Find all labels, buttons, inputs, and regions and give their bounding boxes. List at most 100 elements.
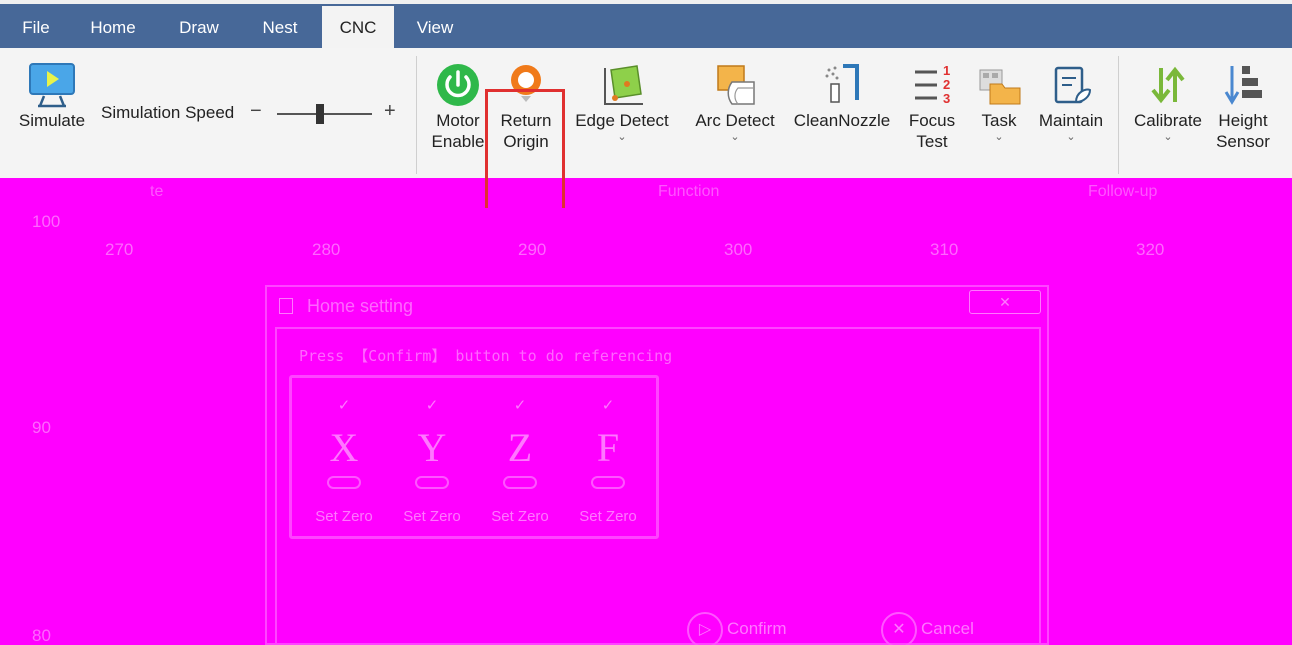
- height-sensor-button[interactable]: Height Sensor: [1212, 60, 1274, 152]
- ruler-tick-label: 280: [312, 240, 341, 259]
- ruler-tick-label: 90: [32, 418, 51, 437]
- tab-view[interactable]: View: [404, 8, 466, 48]
- cancel-button[interactable]: ✕ Cancel: [881, 609, 974, 645]
- speed-decrease-button[interactable]: −: [250, 100, 262, 123]
- monitor-play-icon: [29, 63, 75, 108]
- motor-enable-label-2: Enable: [431, 132, 485, 151]
- height-sensor-label-2: Sensor: [1216, 132, 1270, 151]
- axis-status-indicator: [591, 476, 625, 489]
- chevron-down-icon: ⌄: [617, 131, 627, 143]
- axis-group: ✓ X Set Zero ✓ Y Set Zero ✓ Z Set Zero ✓…: [289, 375, 659, 539]
- home-setting-dialog: Home setting ✕ Press 【Confirm】 button to…: [265, 285, 1049, 645]
- axis-status-indicator: [327, 476, 361, 489]
- numbered-list-icon: 1 2 3: [915, 63, 950, 106]
- axis-status-indicator: [503, 476, 537, 489]
- chevron-down-icon: ⌄: [1163, 131, 1173, 143]
- dialog-app-icon: [279, 298, 293, 314]
- focus-test-label-2: Test: [916, 132, 948, 151]
- tab-cnc[interactable]: CNC: [322, 6, 394, 50]
- simulation-speed-slider[interactable]: − +: [250, 100, 400, 126]
- power-icon: [437, 64, 479, 106]
- chevron-down-icon: ⌄: [994, 131, 1004, 143]
- slider-track: [277, 113, 372, 115]
- ribbon-separator: [1118, 56, 1119, 174]
- play-icon: ▷: [687, 611, 723, 645]
- clipboard-leaf-icon: [1054, 66, 1092, 104]
- focus-test-label-1: Focus: [908, 111, 956, 130]
- ruler-tick-label: 290: [518, 240, 547, 259]
- edge-detect-label: Edge Detect: [575, 111, 669, 130]
- svg-text:3: 3: [943, 91, 950, 106]
- ribbon-separator: [416, 56, 417, 174]
- clean-nozzle-button[interactable]: CleanNozzle: [790, 60, 894, 131]
- set-zero-button[interactable]: Set Zero: [478, 508, 562, 525]
- calibrate-label: Calibrate: [1133, 111, 1203, 130]
- menu-tab-bar: File Home Draw Nest CNC View: [0, 0, 1292, 50]
- edge-detect-icon: [604, 65, 643, 105]
- axis-letter: Y: [417, 425, 447, 470]
- instruction-text: Press 【Confirm】 button to do referencing: [299, 347, 673, 365]
- set-zero-button[interactable]: Set Zero: [566, 508, 650, 525]
- tab-file[interactable]: File: [10, 8, 62, 48]
- axis-z: ✓ Z Set Zero: [478, 378, 562, 538]
- up-down-arrows-icon: [1151, 66, 1185, 104]
- maintain-button[interactable]: Maintain ⌄: [1034, 60, 1108, 143]
- clean-nozzle-label: CleanNozzle: [793, 111, 891, 130]
- set-zero-button[interactable]: Set Zero: [302, 508, 386, 525]
- maintain-label: Maintain: [1038, 111, 1104, 130]
- ruler-tick-label: 320: [1136, 240, 1165, 259]
- horizontal-ruler: 270 280 290 300 310 320: [0, 208, 1240, 259]
- check-icon: ✓: [425, 397, 439, 414]
- tab-home[interactable]: Home: [78, 8, 148, 48]
- chevron-down-icon: ⌄: [1066, 131, 1076, 143]
- close-icon: ✕: [881, 611, 917, 645]
- axis-letter: X: [329, 425, 359, 470]
- check-icon: ✓: [601, 397, 615, 414]
- height-sensor-label-1: Height: [1218, 111, 1268, 130]
- dialog-body: Press 【Confirm】 button to do referencing…: [275, 327, 1041, 645]
- task-label: Task: [981, 111, 1017, 130]
- task-folder-icon: [979, 69, 1021, 105]
- edge-detect-button[interactable]: Edge Detect ⌄: [566, 60, 678, 143]
- vertical-ruler: 100 90 80: [0, 208, 60, 645]
- dialog-title: Home setting: [307, 296, 414, 316]
- ruler-tick-label: 300: [724, 240, 753, 259]
- nozzle-spray-icon: [825, 64, 859, 103]
- group-follow-up-label: Follow-up: [1088, 183, 1158, 200]
- axis-status-indicator: [415, 476, 449, 489]
- check-icon: ✓: [337, 397, 351, 414]
- tab-draw[interactable]: Draw: [166, 8, 232, 48]
- axis-f: ✓ F Set Zero: [566, 378, 650, 538]
- ruler-tick-label: 310: [930, 240, 959, 259]
- arc-detect-button[interactable]: Arc Detect ⌄: [686, 60, 784, 143]
- slider-thumb[interactable]: [315, 104, 324, 124]
- motor-enable-button[interactable]: Motor Enable: [428, 60, 488, 152]
- svg-text:1: 1: [943, 63, 950, 78]
- chevron-down-icon: ⌄: [730, 131, 740, 143]
- right-tool-panel: [1240, 208, 1292, 645]
- ribbon-toolbar: Simulate Simulation Speed − + Motor Enab…: [0, 48, 1292, 226]
- simulation-speed-label: Simulation Speed: [101, 103, 235, 122]
- confirm-button[interactable]: ▷ Confirm: [687, 609, 787, 645]
- speed-increase-button[interactable]: +: [384, 100, 396, 123]
- ribbon-group-labels: te Function Follow-up: [0, 178, 1292, 208]
- dialog-titlebar: Home setting ✕: [267, 287, 1047, 323]
- motor-enable-label-1: Motor: [436, 111, 480, 130]
- task-button[interactable]: Task ⌄: [970, 60, 1028, 143]
- axis-y: ✓ Y Set Zero: [390, 378, 474, 538]
- simulate-button[interactable]: Simulate: [14, 60, 90, 131]
- axis-letter: F: [596, 425, 620, 470]
- arc-detect-label: Arc Detect: [695, 111, 775, 130]
- close-button[interactable]: ✕: [969, 290, 1041, 314]
- arc-detect-icon: [717, 65, 755, 105]
- set-zero-button[interactable]: Set Zero: [390, 508, 474, 525]
- ruler-tick-label: 80: [32, 626, 51, 645]
- cancel-label: Cancel: [921, 619, 974, 638]
- axis-x: ✓ X Set Zero: [302, 378, 386, 538]
- tab-nest[interactable]: Nest: [250, 8, 310, 48]
- calibrate-button[interactable]: Calibrate ⌄: [1128, 60, 1208, 143]
- focus-test-button[interactable]: 1 2 3 Focus Test: [900, 60, 964, 152]
- height-bars-icon: [1224, 66, 1262, 105]
- simulate-label: Simulate: [18, 111, 86, 130]
- check-icon: ✓: [513, 397, 527, 414]
